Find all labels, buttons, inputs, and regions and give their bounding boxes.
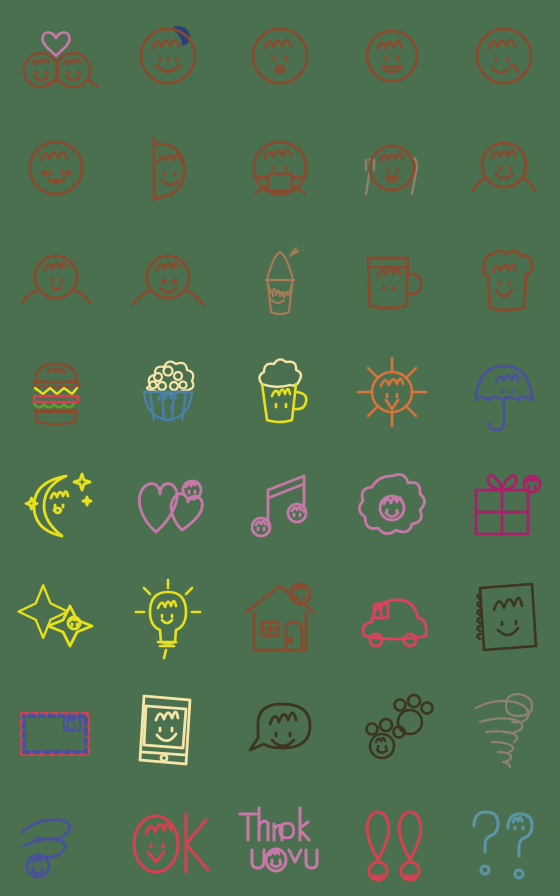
- sticker-cell-exclamation-marks[interactable]: !!: [336, 784, 448, 896]
- sticker-cell-coffee-mug[interactable]: [336, 224, 448, 336]
- sticker-cell-face-open-mouth[interactable]: [336, 0, 448, 112]
- sticker-cell-face-arms-wide[interactable]: [112, 224, 224, 336]
- sticker-cell-ice-cream-parfait[interactable]: [224, 224, 336, 336]
- sticker-cell-two-faces-with-heart[interactable]: [0, 0, 112, 112]
- sticker-cell-gift-box[interactable]: [448, 448, 560, 560]
- sticker-cell-envelope[interactable]: [0, 672, 112, 784]
- sticker-cell-light-bulb[interactable]: [112, 560, 224, 672]
- sticker-cell-ok-text[interactable]: OK: [112, 784, 224, 896]
- sticker-cell-toast-bread[interactable]: [448, 224, 560, 336]
- sticker-cell-tornado-swirl[interactable]: [448, 672, 560, 784]
- sticker-cell-face-with-mask[interactable]: [224, 112, 336, 224]
- sticker-cell-question-marks[interactable]: ??: [448, 784, 560, 896]
- sticker-cell-notebook[interactable]: [448, 560, 560, 672]
- sticker-cell-beer-mug[interactable]: [224, 336, 336, 448]
- sticker-cell-face-arms-down[interactable]: [0, 224, 112, 336]
- sticker-cell-flower[interactable]: [336, 448, 448, 560]
- sticker-cell-smartphone[interactable]: [112, 672, 224, 784]
- sticker-cell-sun[interactable]: [336, 336, 448, 448]
- sticker-cell-face-wink[interactable]: [448, 0, 560, 112]
- sticker-cell-face-arms-up[interactable]: [448, 112, 560, 224]
- sticker-cell-face-blushing[interactable]: [0, 112, 112, 224]
- sticker-cell-music-note[interactable]: [224, 448, 336, 560]
- sticker-cell-double-heart[interactable]: [112, 448, 224, 560]
- sticker-cell-sparkles[interactable]: [0, 560, 112, 672]
- sticker-cell-face-with-beret[interactable]: [112, 0, 224, 112]
- sticker-cell-thank-you-text[interactable]: Thank you: [224, 784, 336, 896]
- sticker-cell-face-surprised[interactable]: [224, 0, 336, 112]
- sticker-cell-face-peeking[interactable]: [112, 112, 224, 224]
- sticker-cell-car[interactable]: [336, 560, 448, 672]
- sticker-cell-speech-bubble-face[interactable]: [224, 672, 336, 784]
- sticker-cell-crescent-moon[interactable]: [0, 448, 112, 560]
- sticker-cell-paw-prints[interactable]: [336, 672, 448, 784]
- sticker-grid: OK Thank you: [0, 0, 560, 896]
- sticker-cell-umbrella[interactable]: [448, 336, 560, 448]
- sticker-cell-popcorn-bowl[interactable]: [112, 336, 224, 448]
- sticker-cell-house[interactable]: [224, 560, 336, 672]
- sticker-cell-hamburger[interactable]: [0, 336, 112, 448]
- sticker-cell-face-with-cutlery[interactable]: [336, 112, 448, 224]
- sticker-cell-speed-lines[interactable]: [0, 784, 112, 896]
